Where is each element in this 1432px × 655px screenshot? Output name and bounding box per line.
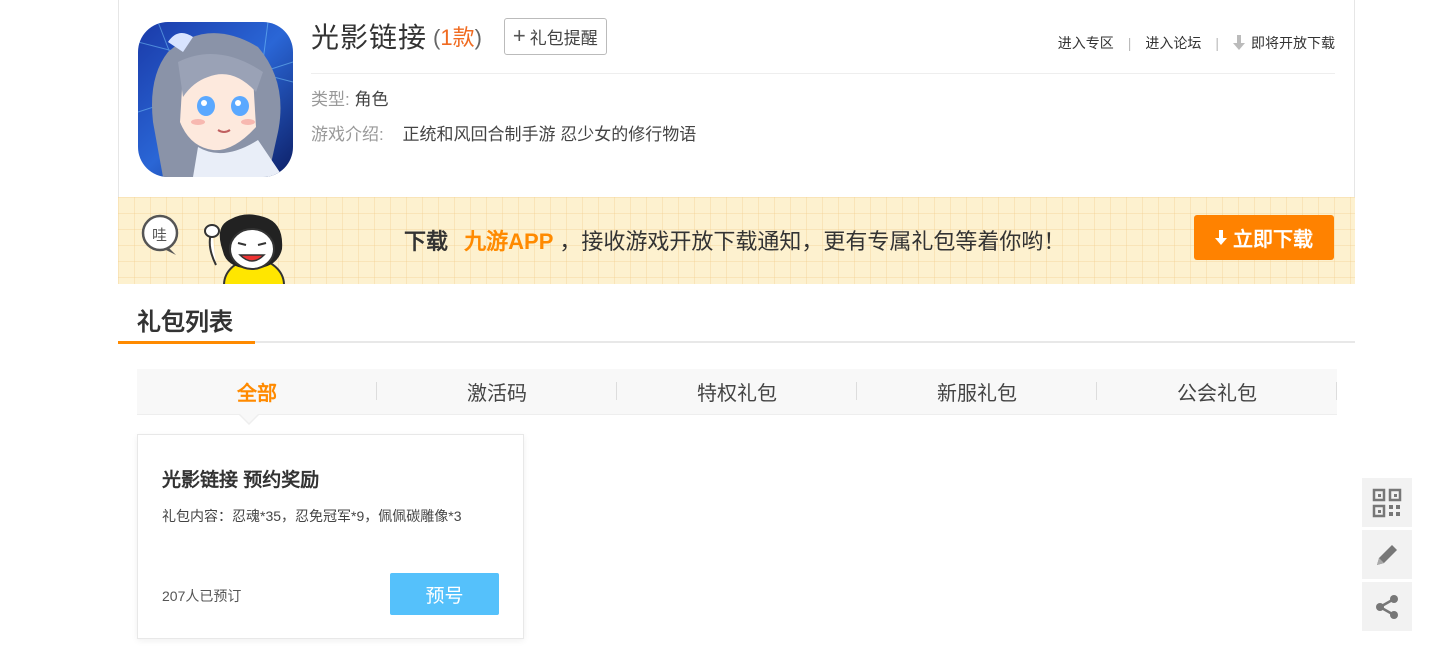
gift-content: 礼包内容：忍魂*35，忍免冠军*9，佩佩碳雕像*3 <box>162 508 462 524</box>
section-divider-accent <box>118 341 255 344</box>
banner-brand[interactable]: 九游APP <box>464 229 553 254</box>
gift-list-title: 礼包列表 <box>137 309 233 336</box>
svg-text:哇: 哇 <box>152 226 167 244</box>
enter-forum-link[interactable]: 进入论坛 <box>1145 33 1201 53</box>
banner-prefix: 下载 <box>404 229 449 254</box>
tab-guild-gift[interactable]: 公会礼包 <box>1097 369 1337 414</box>
section-divider <box>118 341 1355 343</box>
tab-all[interactable]: 全部 <box>137 369 377 414</box>
plus-icon: + <box>512 23 526 48</box>
banner-text: ，接收游戏开放下载通知，更有专属礼包等着你哟！ <box>559 229 1066 254</box>
reserve-button[interactable]: 预号 <box>390 573 499 615</box>
feedback-button[interactable] <box>1362 530 1412 579</box>
qrcode-button[interactable] <box>1362 478 1412 527</box>
game-header-card: 光影链接 (1款) + 礼包提醒 进入专区 | 进入论坛 | 即将开放下载 类型… <box>118 0 1355 197</box>
download-now-button[interactable]: 立即下载 <box>1194 215 1334 260</box>
game-intro-value: 正统和风回合制手游 忍少女的修行物语 <box>402 125 697 144</box>
app-download-banner: 哇 下载 九游APP ，接收游戏开放下载通知，更有专属礼包等着你哟！ 立即下载 <box>118 197 1355 284</box>
game-intro-label: 游戏介绍: <box>311 125 384 144</box>
mascot-illustration: 哇 <box>141 214 285 284</box>
upcoming-download-link[interactable]: 即将开放下载 <box>1233 33 1335 53</box>
gift-filter-tabs: 全部 激活码 特权礼包 新服礼包 公会礼包 <box>137 369 1337 415</box>
edit-icon <box>1377 544 1397 565</box>
gift-count-number: 1款 <box>440 25 475 50</box>
upcoming-download-label: 即将开放下载 <box>1251 35 1335 51</box>
download-now-label: 立即下载 <box>1233 229 1313 251</box>
active-tab-pointer <box>239 414 259 425</box>
top-links: 进入专区 | 进入论坛 | 即将开放下载 <box>1058 33 1335 53</box>
download-arrow-icon <box>1233 35 1245 50</box>
download-arrow-icon <box>1215 229 1227 245</box>
game-title-row: 光影链接 (1款) + 礼包提醒 <box>311 16 607 56</box>
gift-count-close: ) <box>474 25 482 50</box>
gift-count: (1款) <box>433 20 482 52</box>
side-toolbar <box>1362 478 1412 634</box>
game-type-row: 类型: 角色 <box>311 85 388 110</box>
banner-message: 下载 九游APP ，接收游戏开放下载通知，更有专属礼包等着你哟！ <box>404 224 1065 256</box>
game-icon-artwork <box>138 22 293 177</box>
game-title: 光影链接 <box>311 22 428 53</box>
gift-card: 光影链接 预约奖励 礼包内容：忍魂*35，忍免冠军*9，佩佩碳雕像*3 207人… <box>137 434 524 639</box>
header-divider <box>311 73 1335 74</box>
tab-new-server-gift[interactable]: 新服礼包 <box>857 369 1097 414</box>
gift-remind-button[interactable]: + 礼包提醒 <box>503 17 607 55</box>
link-separator: | <box>1127 35 1132 51</box>
game-type-label: 类型: <box>311 90 350 109</box>
share-icon <box>1376 594 1398 619</box>
game-type-value: 角色 <box>354 90 389 109</box>
share-button[interactable] <box>1362 582 1412 631</box>
link-separator: | <box>1215 35 1219 51</box>
tab-privilege-gift[interactable]: 特权礼包 <box>617 369 857 414</box>
gift-reserved-count: 207人已预订 <box>162 588 242 604</box>
tab-activation-code[interactable]: 激活码 <box>377 369 617 414</box>
gift-remind-label: 礼包提醒 <box>529 28 598 48</box>
qrcode-icon <box>1372 488 1402 517</box>
enter-zone-link[interactable]: 进入专区 <box>1058 33 1114 53</box>
gift-name[interactable]: 光影链接 预约奖励 <box>162 465 319 492</box>
game-intro-row: 游戏介绍: 正统和风回合制手游 忍少女的修行物语 <box>311 120 696 145</box>
game-icon[interactable] <box>138 22 293 177</box>
